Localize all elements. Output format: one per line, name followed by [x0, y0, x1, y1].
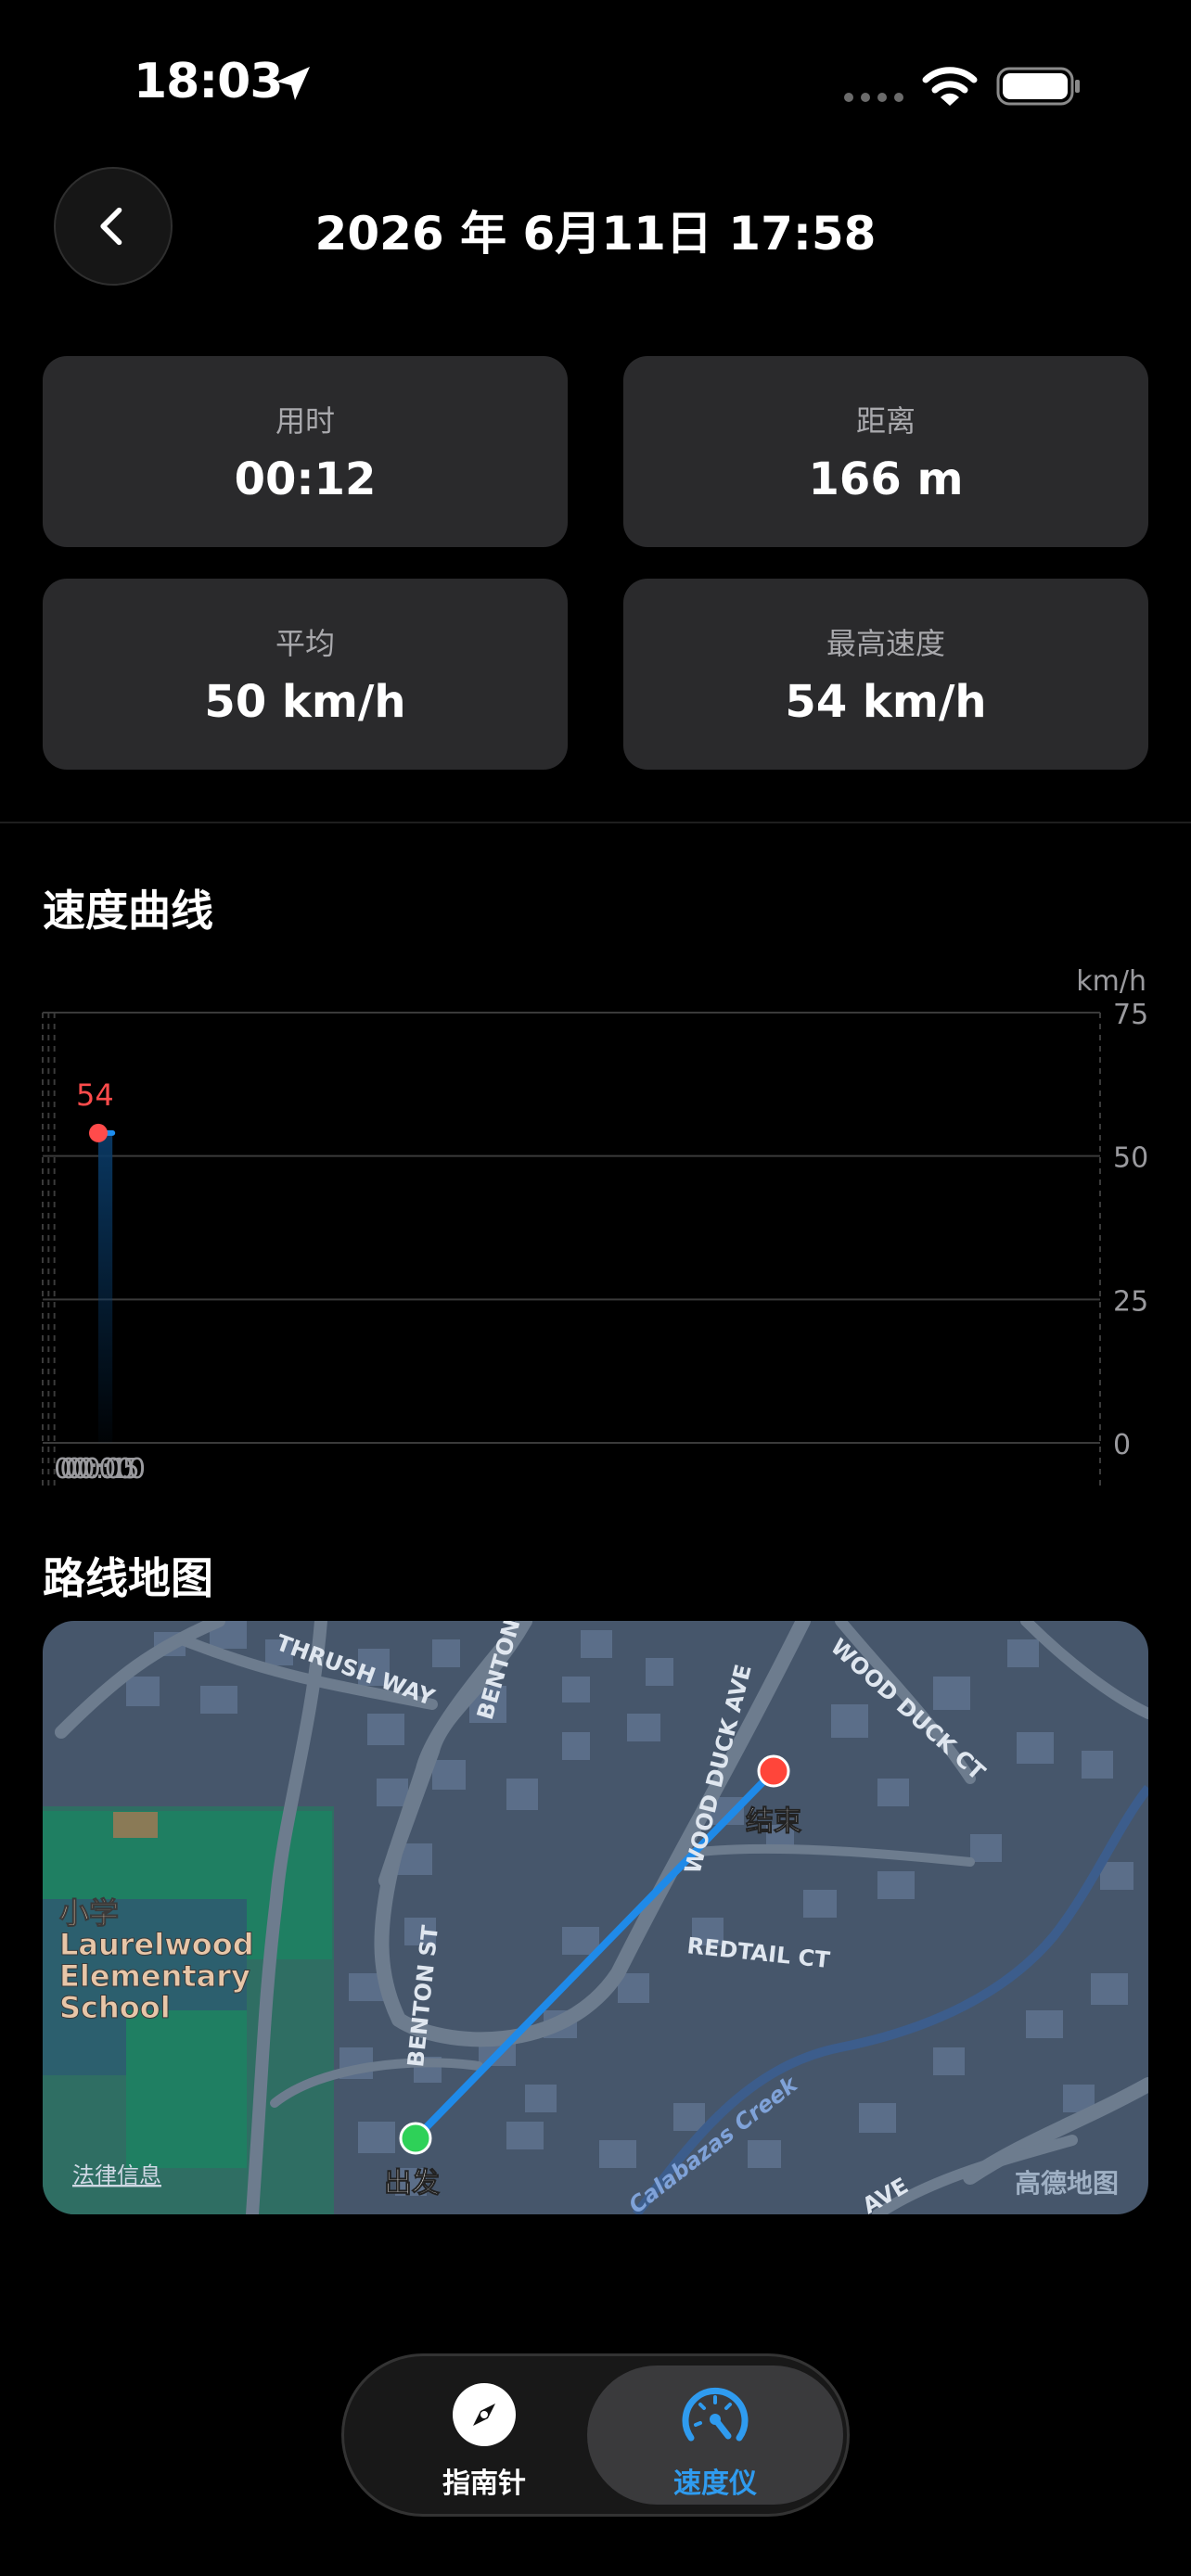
poi-label: 小学: [59, 1895, 119, 1931]
map-canvas: THRUSH WAY BENTON WOOD DUCK AVE WOOD DUC…: [43, 1621, 1148, 2214]
street-label: REDTAIL CT: [685, 1932, 831, 1973]
tab-label: 指南针: [442, 2468, 526, 2500]
map-section-title: 路线地图: [43, 1553, 213, 1603]
max-speed-point: [89, 1123, 108, 1142]
section-divider: [0, 822, 1191, 823]
battery-icon: [996, 67, 1080, 106]
poi-label: Laurelwood: [59, 1927, 254, 1962]
stat-value: 54 km/h: [785, 676, 987, 728]
stat-card-max-speed: 最高速度 54 km/h: [623, 579, 1148, 770]
tab-bar: 指南针 速度仪: [341, 2353, 850, 2517]
route-map[interactable]: THRUSH WAY BENTON WOOD DUCK AVE WOOD DUC…: [43, 1621, 1148, 2214]
stat-card-duration: 用时 00:12: [43, 356, 568, 547]
page-title: 2026 年 6月11日 17:58: [314, 207, 877, 261]
max-speed-label: 54: [76, 1078, 114, 1113]
route-start-marker: [399, 2122, 432, 2155]
route-start-label: 出发: [384, 2167, 440, 2200]
poi-label: Elementary: [59, 1958, 250, 1994]
poi-label: School: [59, 1990, 171, 2025]
stat-label: 距离: [855, 403, 916, 439]
y-tick-label: 25: [1113, 1285, 1148, 1318]
legal-info-link[interactable]: 法律信息: [72, 2162, 161, 2188]
location-arrow-icon: [276, 67, 310, 100]
x-tick-label: 00:10: [66, 1453, 146, 1486]
cellular-signal-icon: [844, 93, 903, 102]
street-label: AVE: [858, 2173, 913, 2214]
stat-label: 用时: [275, 403, 335, 439]
route-end-label: 结束: [746, 1805, 801, 1838]
compass-icon: [453, 2383, 516, 2446]
status-time: 18:03: [134, 54, 284, 109]
y-tick-label: 75: [1113, 999, 1148, 1031]
stat-value: 166 m: [808, 453, 964, 505]
stat-label: 最高速度: [826, 626, 945, 661]
map-provider-logo: 高德地图: [1015, 2168, 1119, 2199]
stat-value: 50 km/h: [204, 676, 406, 728]
stat-value: 00:12: [234, 453, 377, 505]
tab-speedometer[interactable]: 速度仪: [587, 2366, 843, 2505]
tab-label: 速度仪: [673, 2468, 757, 2500]
tab-compass[interactable]: 指南针: [368, 2366, 600, 2505]
wifi-icon: [922, 67, 978, 106]
speed-chart: 755025000:0000:0500:10km/h54: [42, 965, 1148, 1491]
stat-card-distance: 距离 166 m: [623, 356, 1148, 547]
stat-label: 平均: [275, 626, 335, 661]
y-axis-unit-label: km/h: [1076, 965, 1146, 998]
y-tick-label: 0: [1113, 1429, 1131, 1461]
street-label: THRUSH WAY: [273, 1629, 439, 1711]
stat-card-average: 平均 50 km/h: [43, 579, 568, 770]
street-label: WOOD DUCK AVE: [680, 1662, 757, 1876]
speedometer-icon: [682, 2387, 749, 2442]
speed-area-fill: [98, 1132, 113, 1443]
y-tick-label: 50: [1113, 1142, 1148, 1175]
route-end-marker: [757, 1754, 790, 1788]
speed-section-title: 速度曲线: [43, 886, 213, 936]
